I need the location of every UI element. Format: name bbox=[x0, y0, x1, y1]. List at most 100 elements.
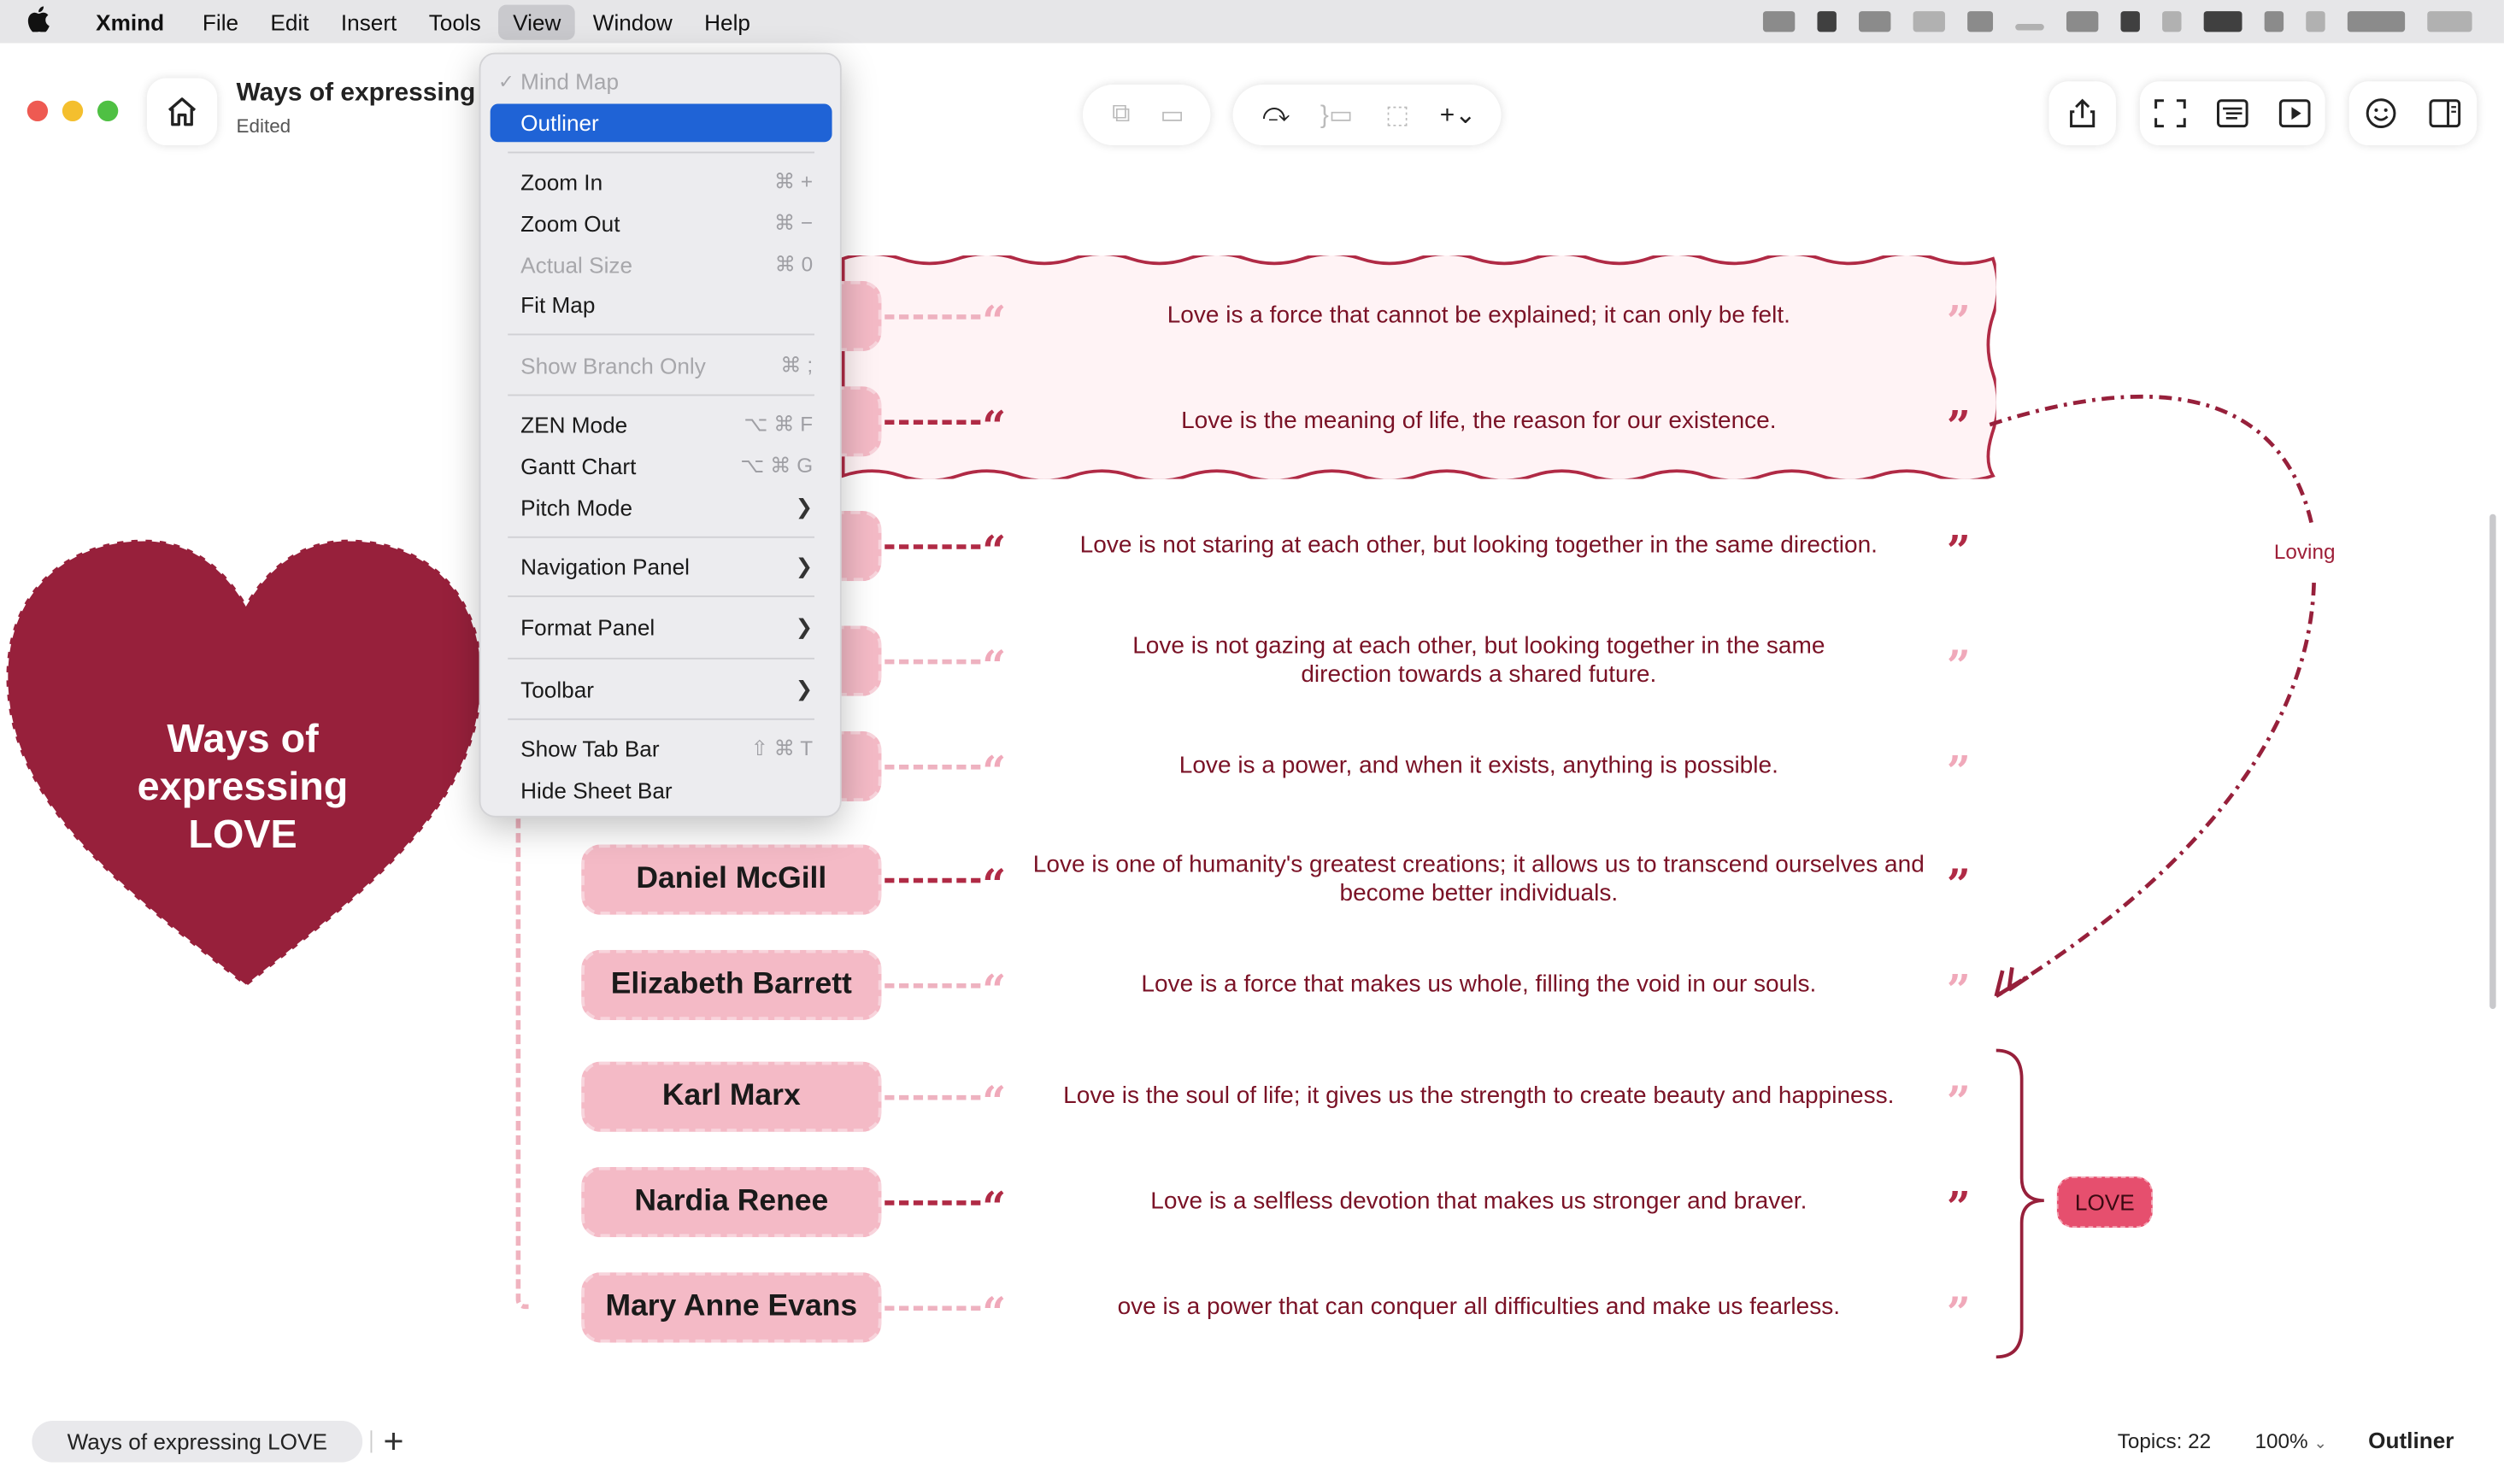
quote-text[interactable]: ove is a power that can conquer all diff… bbox=[1022, 1293, 1936, 1323]
menu-tools[interactable]: Tools bbox=[414, 4, 496, 39]
tray-icon[interactable] bbox=[2264, 11, 2284, 32]
open-quote-icon: “ bbox=[982, 967, 1007, 1016]
summary-topic[interactable]: LOVE bbox=[2056, 1176, 2153, 1228]
menu-item-toolbar[interactable]: Toolbar ❯ bbox=[491, 671, 832, 709]
zoom-dropdown[interactable]: 100% ⌄ bbox=[2254, 1428, 2327, 1452]
menu-item-mind-map[interactable]: ✓ Mind Map bbox=[491, 62, 832, 101]
menu-item-actual-size[interactable]: Actual Size ⌘ 0 bbox=[491, 246, 832, 284]
menu-file[interactable]: File bbox=[188, 4, 253, 39]
close-quote-icon: ” bbox=[1946, 862, 1971, 911]
quote-text[interactable]: Love is the meaning of life, the reason … bbox=[1022, 407, 1936, 436]
menu-item-pitch-mode[interactable]: Pitch Mode ❯ bbox=[491, 489, 832, 527]
menu-item-show-tab-bar[interactable]: Show Tab Bar ⇧ ⌘ T bbox=[491, 730, 832, 768]
menu-edit[interactable]: Edit bbox=[256, 4, 324, 39]
open-quote-icon: “ bbox=[982, 1289, 1007, 1338]
tray-icon[interactable] bbox=[2347, 11, 2406, 32]
view-menu: ✓ Mind Map Outliner Zoom In ⌘ + Zoom Out ⌘ … bbox=[479, 52, 842, 818]
menu-item-show-branch-only[interactable]: Show Branch Only ⌘ ; bbox=[491, 346, 832, 384]
menu-item-zoom-out[interactable]: Zoom Out ⌘ − bbox=[491, 204, 832, 243]
central-topic[interactable]: Ways of expressing LOVE bbox=[3, 537, 485, 992]
quote-text[interactable]: Love is not staring at each other, but l… bbox=[1022, 531, 1936, 560]
tray-icon[interactable] bbox=[2306, 11, 2325, 32]
summary-icon[interactable]: }▭ bbox=[1314, 99, 1359, 131]
insert-more-icon[interactable]: +⌄ bbox=[1436, 99, 1480, 131]
menu-item-zen-mode[interactable]: ZEN Mode ⌥ ⌘ F bbox=[491, 406, 832, 444]
insert-topic-icon[interactable]: ⧉ bbox=[1099, 101, 1143, 130]
insert-subtopic-icon[interactable]: ▭ bbox=[1149, 99, 1194, 131]
chevron-right-icon: ❯ bbox=[795, 614, 814, 639]
tray-icon[interactable] bbox=[1859, 11, 1891, 32]
vertical-scrollbar[interactable] bbox=[2489, 513, 2496, 1009]
menu-separator bbox=[508, 333, 814, 336]
menu-view[interactable]: View bbox=[498, 3, 576, 39]
quote-text[interactable]: Love is a force that makes us whole, fil… bbox=[1022, 971, 1936, 1000]
add-sheet-button[interactable]: + bbox=[383, 1421, 403, 1463]
fullscreen-icon[interactable] bbox=[2154, 99, 2187, 128]
zoom-window-button[interactable] bbox=[97, 100, 119, 122]
subtopic-name[interactable]: Daniel McGill bbox=[581, 844, 882, 915]
open-quote-icon: “ bbox=[982, 748, 1007, 797]
format-panel-icon[interactable] bbox=[2429, 99, 2461, 128]
tray-icon[interactable] bbox=[2427, 11, 2472, 32]
divider bbox=[370, 1430, 373, 1453]
branch-line bbox=[515, 798, 529, 1310]
tray-icon[interactable] bbox=[1913, 11, 1945, 32]
subtopic-name[interactable]: Nardia Renee bbox=[581, 1166, 882, 1238]
quote-text[interactable]: Love is a selfless devotion that makes u… bbox=[1022, 1188, 1936, 1217]
subtopic-name[interactable]: Elizabeth Barrett bbox=[581, 949, 882, 1021]
menu-app-xmind[interactable]: Xmind bbox=[81, 4, 179, 39]
document-title[interactable]: Ways of expressing LOVE bbox=[237, 79, 483, 109]
boundary-cloud[interactable] bbox=[840, 255, 1996, 479]
tray-icon[interactable] bbox=[2162, 11, 2182, 32]
subtopic-name[interactable]: Mary Anne Evans bbox=[581, 1272, 882, 1343]
menu-window[interactable]: Window bbox=[579, 4, 687, 39]
menu-help[interactable]: Help bbox=[690, 4, 764, 39]
close-window-button[interactable] bbox=[26, 100, 49, 122]
quote-text[interactable]: Love is a power, and when it exists, any… bbox=[1022, 752, 1936, 781]
tray-icon[interactable] bbox=[2203, 11, 2242, 32]
menu-item-fit-map[interactable]: Fit Map bbox=[491, 285, 832, 324]
menu-item-zoom-in[interactable]: Zoom In ⌘ + bbox=[491, 163, 832, 202]
home-button[interactable] bbox=[146, 78, 218, 146]
emoji-icon[interactable] bbox=[2365, 97, 2396, 129]
menu-item-format-panel[interactable]: Format Panel ❯ bbox=[491, 608, 832, 647]
summary-brace[interactable] bbox=[1990, 1047, 2054, 1360]
open-quote-icon: “ bbox=[982, 862, 1007, 911]
tray-icon[interactable] bbox=[1967, 11, 1994, 32]
open-quote-icon: “ bbox=[982, 1184, 1007, 1233]
screen: Xmind File Edit Insert Tools View Window… bbox=[0, 0, 2504, 1484]
status-tray bbox=[1762, 11, 2472, 32]
pitch-play-icon[interactable] bbox=[2278, 99, 2310, 128]
menu-insert[interactable]: Insert bbox=[326, 4, 411, 39]
share-button[interactable] bbox=[2048, 81, 2116, 146]
apple-menu-icon[interactable] bbox=[27, 5, 53, 38]
tray-icon[interactable] bbox=[2015, 24, 2044, 31]
quote-text[interactable]: Love is one of humanity's greatest creat… bbox=[1022, 851, 1936, 908]
boundary-icon[interactable]: ⬚ bbox=[1375, 99, 1420, 131]
tray-icon[interactable] bbox=[1817, 11, 1837, 32]
open-quote-icon: “ bbox=[982, 643, 1007, 692]
menu-item-outliner[interactable]: Outliner bbox=[490, 103, 832, 143]
relationship-label[interactable]: Loving bbox=[2274, 540, 2336, 564]
minimize-window-button[interactable] bbox=[62, 100, 84, 122]
quote-text[interactable]: Love is the soul of life; it gives us th… bbox=[1022, 1082, 1936, 1112]
outliner-button[interactable]: Outliner bbox=[2368, 1428, 2454, 1453]
relationship-line[interactable] bbox=[1974, 383, 2342, 1021]
subtopic-name[interactable]: Karl Marx bbox=[581, 1061, 882, 1132]
menu-item-hide-sheet-bar[interactable]: Hide Sheet Bar bbox=[491, 771, 832, 810]
open-quote-icon: “ bbox=[982, 1079, 1007, 1128]
tray-icon[interactable] bbox=[1762, 11, 1796, 32]
menu-separator bbox=[508, 657, 814, 660]
tray-icon[interactable] bbox=[2066, 11, 2099, 32]
quote-text[interactable]: Love is a force that cannot be explained… bbox=[1022, 302, 1936, 331]
quote-text[interactable]: Love is not gazing at each other, but lo… bbox=[1096, 632, 1862, 689]
outline-view-icon[interactable] bbox=[2216, 99, 2248, 128]
relationship-icon[interactable]: ⤼ bbox=[1254, 101, 1298, 130]
document-status: Edited bbox=[236, 114, 291, 138]
connector-line bbox=[885, 877, 981, 883]
menu-item-navigation-panel[interactable]: Navigation Panel ❯ bbox=[491, 548, 832, 586]
tray-icon[interactable] bbox=[2120, 11, 2140, 32]
sheet-tab[interactable]: Ways of expressing LOVE bbox=[32, 1421, 363, 1463]
menu-item-gantt-chart[interactable]: Gantt Chart ⌥ ⌘ G bbox=[491, 447, 832, 485]
window-controls bbox=[26, 100, 119, 122]
